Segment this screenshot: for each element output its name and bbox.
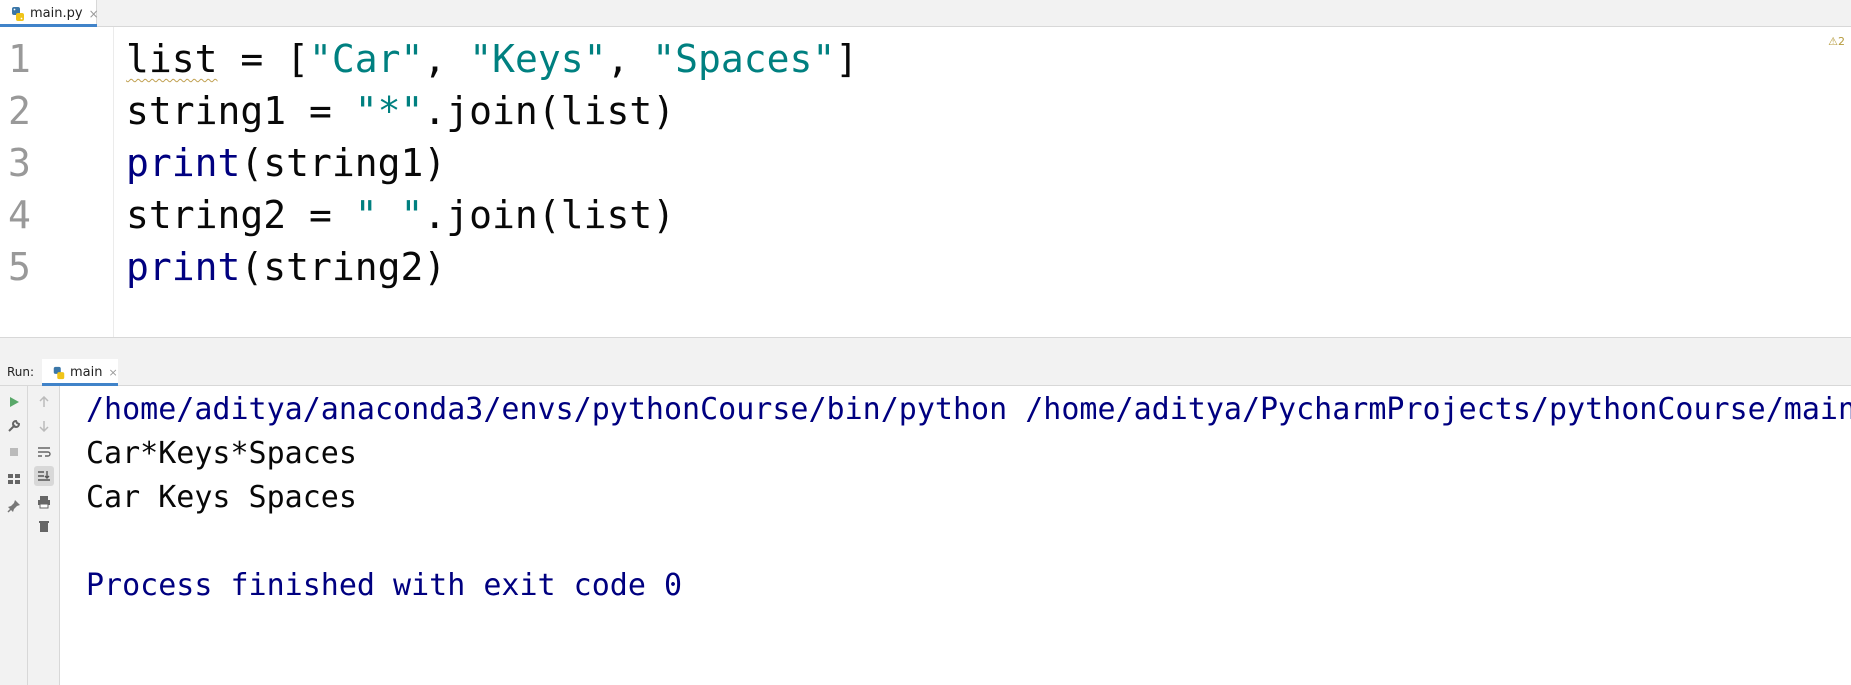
arrow-up-icon[interactable] <box>34 392 54 412</box>
code-token: .join(list) <box>423 193 676 237</box>
run-tab-label: main <box>70 365 103 380</box>
console-line: Car Keys Spaces <box>86 480 357 515</box>
run-toolbar-primary <box>0 386 28 685</box>
code-token: (string1) <box>240 141 447 185</box>
arrow-down-icon[interactable] <box>34 416 54 436</box>
run-tab-main[interactable]: main × <box>42 359 118 386</box>
rerun-icon[interactable] <box>4 392 24 412</box>
line-number: 5 <box>8 245 31 289</box>
code-token: string2 = <box>126 193 355 237</box>
editor-tab-label: main.py <box>30 6 83 21</box>
print-icon[interactable] <box>34 492 54 512</box>
code-token: "Spaces" <box>652 37 836 81</box>
code-token: .join(list) <box>423 89 676 133</box>
layout-icon[interactable] <box>4 469 24 489</box>
warning-indicator[interactable]: ⚠2 <box>1828 35 1845 48</box>
code-token: list <box>126 37 218 81</box>
wrench-icon[interactable] <box>4 416 24 436</box>
code-token: "Keys" <box>469 37 607 81</box>
code-token: " " <box>354 193 424 237</box>
pin-icon[interactable] <box>4 496 24 516</box>
editor-tab-main-py[interactable]: main.py × <box>0 0 99 27</box>
code-token: , <box>606 37 653 81</box>
code-token: (string2) <box>240 245 447 289</box>
line-number-gutter: 1 2 3 4 5 <box>0 27 114 337</box>
code-token: = [ <box>217 37 310 81</box>
run-label: Run: <box>7 365 35 379</box>
close-icon[interactable]: × <box>108 366 117 379</box>
soft-wrap-icon[interactable] <box>34 442 54 462</box>
code-token: print <box>126 141 241 185</box>
close-icon[interactable]: × <box>89 7 99 21</box>
python-file-icon <box>52 366 66 380</box>
console-line: Process finished with exit code 0 <box>86 568 683 603</box>
code-token: string1 = <box>126 89 355 133</box>
code-token: "Car" <box>309 37 424 81</box>
code-token: print <box>126 245 241 289</box>
run-toolbar-secondary <box>28 386 60 685</box>
code-token: "*" <box>354 89 424 133</box>
code-line-5[interactable]: print(string2) <box>126 237 446 298</box>
stop-icon[interactable] <box>4 442 24 462</box>
editor-tab-bar: main.py × <box>0 0 1851 27</box>
run-tool-window-header: Run: main × <box>0 359 1851 386</box>
scroll-to-end-icon[interactable] <box>34 466 54 486</box>
code-token: , <box>423 37 470 81</box>
trash-icon[interactable] <box>34 516 54 536</box>
panel-splitter[interactable] <box>0 337 1851 359</box>
run-console-output[interactable]: /home/aditya/anaconda3/envs/pythonCourse… <box>60 386 1851 685</box>
code-token: ] <box>835 37 859 81</box>
python-file-icon <box>10 6 26 22</box>
code-editor[interactable]: 1 2 3 4 5 list = ["Car", "Keys", "Spaces… <box>0 27 1851 337</box>
